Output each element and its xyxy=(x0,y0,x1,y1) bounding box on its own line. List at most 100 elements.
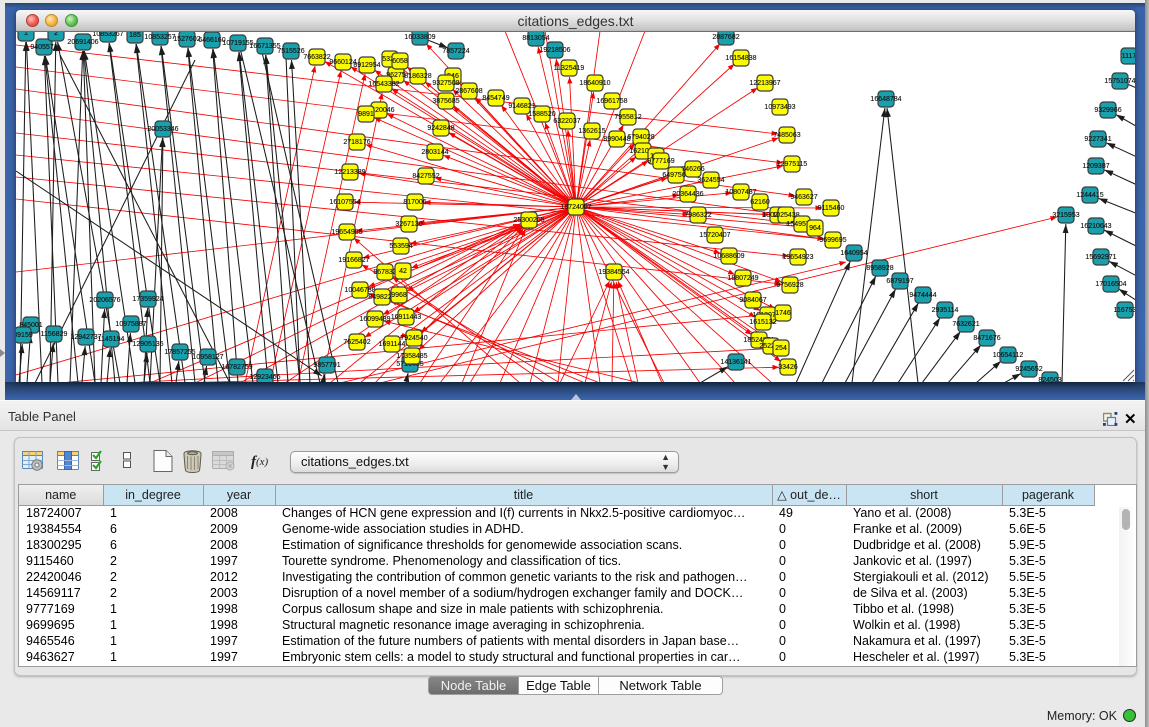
svg-text:9756928: 9756928 xyxy=(776,282,803,289)
svg-text:9146821: 9146821 xyxy=(508,103,535,110)
svg-text:25300205: 25300205 xyxy=(513,217,544,224)
svg-text:16210643: 16210643 xyxy=(1080,223,1111,230)
svg-text:254: 254 xyxy=(775,345,787,352)
svg-text:10853257: 10853257 xyxy=(144,34,175,41)
svg-text:62160: 62160 xyxy=(750,199,770,206)
svg-text:17857255: 17857255 xyxy=(164,349,195,356)
svg-text:1746: 1746 xyxy=(775,310,791,317)
svg-text:9463627: 9463627 xyxy=(790,194,817,201)
svg-text:9115460: 9115460 xyxy=(818,205,845,212)
svg-text:746266: 746266 xyxy=(681,166,704,173)
svg-text:12905135: 12905135 xyxy=(132,341,163,348)
svg-text:1117: 1117 xyxy=(1122,53,1135,60)
svg-text:2803144: 2803144 xyxy=(421,149,448,156)
svg-text:10046788: 10046788 xyxy=(344,287,375,294)
svg-text:20053346: 20053346 xyxy=(147,126,178,133)
svg-text:1640954: 1640954 xyxy=(840,250,867,257)
svg-text:9968: 9968 xyxy=(391,292,407,299)
svg-text:10958127: 10958127 xyxy=(192,354,223,361)
svg-text:16107554: 16107554 xyxy=(329,199,360,206)
svg-text:824503: 824503 xyxy=(1038,377,1061,382)
svg-text:1156829: 1156829 xyxy=(41,331,68,338)
svg-text:1362615: 1362615 xyxy=(578,128,605,135)
svg-text:6879197: 6879197 xyxy=(886,278,913,285)
svg-text:10654112: 10654112 xyxy=(993,352,1024,359)
svg-text:817006: 817006 xyxy=(403,199,426,206)
svg-text:7485063: 7485063 xyxy=(773,132,800,139)
svg-text:8454749: 8454749 xyxy=(482,95,509,102)
svg-text:7986322: 7986322 xyxy=(684,212,711,219)
svg-text:8427552: 8427552 xyxy=(412,173,439,180)
svg-text:11325419: 11325419 xyxy=(554,65,585,72)
svg-text:867833: 867833 xyxy=(373,269,396,276)
svg-text:6058: 6058 xyxy=(392,58,408,65)
svg-text:10853267: 10853267 xyxy=(92,32,123,38)
svg-text:10807487: 10807487 xyxy=(725,189,756,196)
svg-text:2: 2 xyxy=(54,32,58,37)
svg-text:1145194: 1145194 xyxy=(98,336,125,343)
svg-text:19384554: 19384554 xyxy=(598,269,629,276)
svg-text:1691144: 1691144 xyxy=(379,341,406,348)
svg-text:9329966: 9329966 xyxy=(1094,107,1121,114)
svg-text:16782759: 16782759 xyxy=(221,364,252,371)
svg-text:7955812: 7955812 xyxy=(614,114,641,121)
svg-text:16033809: 16033809 xyxy=(404,34,435,41)
svg-text:18640910: 18640910 xyxy=(579,80,610,87)
svg-text:18724007: 18724007 xyxy=(560,204,591,211)
svg-text:12975115: 12975115 xyxy=(777,161,808,168)
svg-text:7632621: 7632621 xyxy=(952,321,979,328)
svg-text:20364436: 20364436 xyxy=(672,191,703,198)
svg-text:17358485: 17358485 xyxy=(396,353,427,360)
svg-text:553594: 553594 xyxy=(389,243,412,250)
svg-text:1244415: 1244415 xyxy=(1076,192,1103,199)
svg-text:9474444: 9474444 xyxy=(909,292,936,299)
svg-text:9777169: 9777169 xyxy=(647,158,674,165)
svg-text:10973493: 10973493 xyxy=(764,104,795,111)
svg-text:8912954: 8912954 xyxy=(353,62,380,69)
svg-text:9699695: 9699695 xyxy=(819,237,846,244)
svg-text:17359924: 17359924 xyxy=(132,296,163,303)
svg-text:10975887: 10975887 xyxy=(115,321,146,328)
svg-text:6322037: 6322037 xyxy=(553,118,580,125)
svg-text:33426: 33426 xyxy=(778,364,798,371)
svg-text:3215953: 3215953 xyxy=(1052,212,1079,219)
svg-text:8471676: 8471676 xyxy=(973,335,1000,342)
svg-text:8813054: 8813054 xyxy=(522,35,549,42)
svg-text:3875685: 3875685 xyxy=(432,98,459,105)
svg-text:9245652: 9245652 xyxy=(1015,366,1042,373)
svg-text:12213967: 12213967 xyxy=(749,80,780,87)
svg-text:39159: 39159 xyxy=(16,332,33,339)
svg-text:12923466: 12923466 xyxy=(249,374,280,381)
svg-text:7625402: 7625402 xyxy=(343,339,370,346)
svg-text:1615132: 1615132 xyxy=(749,319,776,326)
svg-text:2935114: 2935114 xyxy=(932,307,959,314)
svg-text:1: 1 xyxy=(24,32,28,37)
svg-text:19166827: 19166827 xyxy=(338,257,369,264)
svg-text:964: 964 xyxy=(809,225,821,232)
svg-text:9242848: 9242848 xyxy=(427,125,454,132)
svg-text:2887682: 2887682 xyxy=(712,34,739,41)
svg-text:19654923: 19654923 xyxy=(782,254,813,261)
svg-text:1588520: 1588520 xyxy=(528,111,555,118)
svg-text:9227341: 9227341 xyxy=(1084,136,1111,143)
svg-text:10688609: 10688609 xyxy=(713,253,744,260)
svg-text:2718176: 2718176 xyxy=(343,139,370,146)
svg-text:9327508: 9327508 xyxy=(432,80,459,87)
svg-text:16911443: 16911443 xyxy=(391,314,422,321)
svg-text:3267130: 3267130 xyxy=(395,221,422,228)
svg-text:7857224: 7857224 xyxy=(442,48,469,55)
svg-text:20206576: 20206576 xyxy=(89,297,120,304)
svg-text:15720407: 15720407 xyxy=(699,232,730,239)
svg-text:17016504: 17016504 xyxy=(1095,281,1126,288)
svg-text:15751074: 15751074 xyxy=(1104,78,1135,85)
svg-text:116753: 116753 xyxy=(1114,307,1135,314)
svg-text:3624554: 3624554 xyxy=(697,177,724,184)
svg-text:1527602: 1527602 xyxy=(173,36,200,43)
svg-text:16543382: 16543382 xyxy=(368,81,399,88)
svg-text:2867608: 2867608 xyxy=(455,88,482,95)
svg-text:9891: 9891 xyxy=(358,111,374,118)
svg-text:20691406: 20691406 xyxy=(67,39,98,46)
svg-text:9084067: 9084067 xyxy=(739,297,766,304)
svg-text:9405571: 9405571 xyxy=(30,44,57,51)
svg-text:16099489: 16099489 xyxy=(359,316,390,323)
